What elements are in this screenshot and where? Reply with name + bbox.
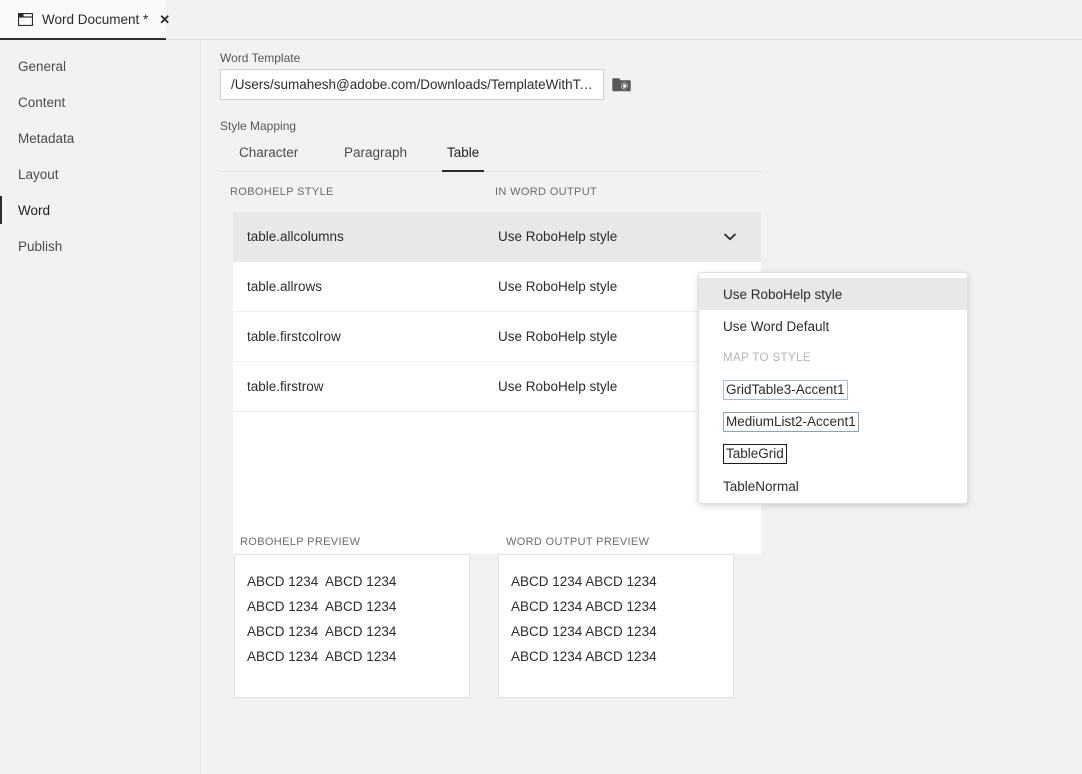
sidebar-item-content[interactable]: Content [0, 84, 200, 120]
table-row[interactable]: table.allrows Use RoboHelp style [233, 262, 761, 312]
tab-bar: Word Document * ✕ [0, 0, 1082, 40]
map-table-header-1: IN WORD OUTPUT [495, 186, 597, 198]
dropdown-item-label: MediumList2-Accent1 [723, 412, 859, 432]
tab-character[interactable]: Character [239, 140, 298, 172]
table-row[interactable]: table.firstrow Use RoboHelp style [233, 362, 761, 412]
map-table-headers: ROBOHELP STYLE IN WORD OUTPUT [230, 186, 762, 206]
window-icon [18, 13, 33, 26]
main-panel: Word Template /Users/sumahesh@adobe.com/… [202, 40, 1082, 774]
robohelp-style-name: table.allcolumns [247, 229, 344, 244]
preview-line: ABCD 1234 ABCD 1234 [511, 619, 733, 644]
chevron-down-icon[interactable] [723, 230, 737, 244]
folder-search-icon[interactable] [611, 73, 633, 95]
word-output-value: Use RoboHelp style [498, 229, 617, 244]
robohelp-style-name: table.firstcolrow [247, 329, 341, 344]
table-row[interactable]: table.firstcolrow Use RoboHelp style [233, 312, 761, 362]
dropdown-item[interactable]: TableNormal [699, 470, 967, 502]
preview-box: ABCD 1234 ABCD 1234ABCD 1234 ABCD 1234AB… [498, 554, 734, 698]
dropdown-item[interactable]: Use Word Default [699, 310, 967, 342]
map-table: table.allcolumnsUse RoboHelp styletable.… [233, 212, 761, 554]
dropdown-item[interactable]: TableGrid [699, 438, 967, 470]
dropdown-item-label: GridTable3-Accent1 [723, 380, 848, 400]
dropdown-group-label: MAP TO STYLE [699, 342, 967, 374]
robohelp-style-name: table.firstrow [247, 379, 324, 394]
sidebar-item-metadata[interactable]: Metadata [0, 120, 200, 156]
preview-label: ROBOHELP PREVIEW [240, 536, 360, 548]
sidebar-item-label: Layout [18, 167, 59, 182]
tab-word-document[interactable]: Word Document * ✕ [0, 0, 166, 40]
dropdown-item-label: TableGrid [723, 444, 787, 464]
style-mapping-label: Style Mapping [220, 119, 296, 133]
tab-paragraph[interactable]: Paragraph [344, 140, 407, 172]
dropdown-item[interactable]: Use RoboHelp style [699, 278, 967, 310]
sidebar-item-word[interactable]: Word [0, 192, 200, 228]
robohelp-style-name: table.allrows [247, 279, 322, 294]
sidebar-item-general[interactable]: General [0, 48, 200, 84]
preview-box: ABCD 1234 ABCD 1234ABCD 1234 ABCD 1234AB… [234, 554, 470, 698]
dropdown-item-label: Use RoboHelp style [723, 287, 842, 302]
preview-line: ABCD 1234 ABCD 1234 [511, 569, 733, 594]
word-output-value: Use RoboHelp style [498, 279, 617, 294]
dropdown-item-label: Use Word Default [723, 319, 829, 334]
dropdown-item-label: TableNormal [723, 479, 799, 494]
preview-label: WORD OUTPUT PREVIEW [506, 536, 649, 548]
sidebar-item-label: Publish [18, 239, 62, 254]
word-template-label: Word Template [220, 51, 300, 65]
sidebar-item-label: Word [18, 203, 50, 218]
tab-title: Word Document * [42, 12, 148, 27]
word-template-input[interactable]: /Users/sumahesh@adobe.com/Downloads/Temp… [220, 69, 604, 100]
preview-line: ABCD 1234 ABCD 1234 [247, 644, 469, 669]
sidebar-item-publish[interactable]: Publish [0, 228, 200, 264]
word-output-value: Use RoboHelp style [498, 329, 617, 344]
close-icon[interactable]: ✕ [159, 13, 170, 26]
dropdown-item[interactable]: GridTable3-Accent1 [699, 374, 967, 406]
preview-line: ABCD 1234 ABCD 1234 [247, 594, 469, 619]
word-output-value: Use RoboHelp style [498, 379, 617, 394]
preview-line: ABCD 1234 ABCD 1234 [511, 644, 733, 669]
table-row[interactable]: table.allcolumns Use RoboHelp style [233, 212, 761, 262]
preview-line: ABCD 1234 ABCD 1234 [247, 619, 469, 644]
preview-line: ABCD 1234 ABCD 1234 [247, 569, 469, 594]
sidebar-item-label: Content [18, 95, 65, 110]
sidebar-item-layout[interactable]: Layout [0, 156, 200, 192]
tab-table[interactable]: Table [447, 140, 479, 172]
sidebar-item-label: Metadata [18, 131, 74, 146]
style-mapping-tabs: Character Paragraph Table [220, 140, 762, 172]
dropdown-item[interactable]: MediumList2-Accent1 [699, 406, 967, 438]
preview-line: ABCD 1234 ABCD 1234 [511, 594, 733, 619]
sidebar: General Content Metadata Layout Word Publish [0, 40, 201, 774]
map-table-header-0: ROBOHELP STYLE [230, 186, 334, 198]
style-dropdown-menu[interactable]: Use RoboHelp style Use Word Default MAP TO… [698, 272, 968, 504]
sidebar-item-label: General [18, 59, 66, 74]
